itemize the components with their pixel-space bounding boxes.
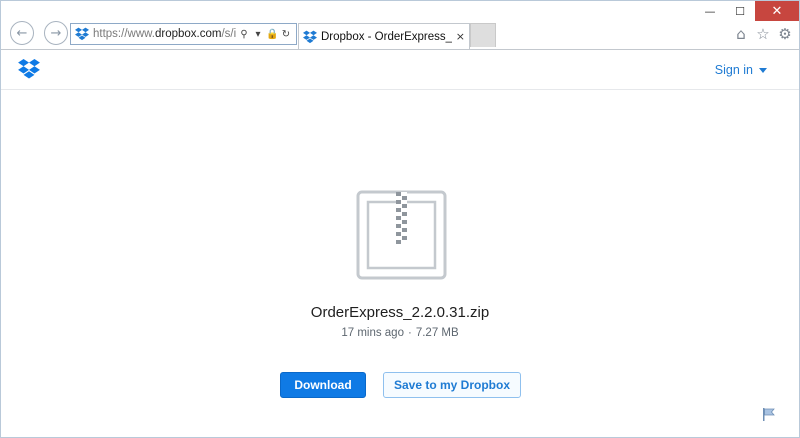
zip-file-icon [356, 190, 447, 280]
refresh-icon[interactable]: ↻ [280, 29, 292, 40]
page-content: Sign in OrderExpress_2.2.0.31.zip 17 min… [1, 49, 799, 437]
dropbox-logo-icon[interactable] [18, 59, 40, 79]
new-tab-button[interactable] [470, 23, 496, 47]
tab-title: Dropbox - OrderExpress_2.2... [321, 30, 452, 43]
chevron-down-icon [759, 67, 767, 73]
gear-icon[interactable]: ⚙ [777, 25, 793, 43]
dropbox-favicon-icon [75, 27, 89, 41]
lock-icon[interactable]: 🔒 [266, 29, 278, 40]
window-controls: — ☐ ✕ [695, 1, 799, 21]
arrow-left-icon: ← [16, 25, 28, 41]
dropbox-favicon-icon [303, 30, 317, 43]
file-meta: 17 mins ago · 7.27 MB [1, 327, 799, 339]
url-text[interactable]: https://www.dropbox.com/s/id [93, 28, 236, 40]
minimize-button[interactable]: — [695, 1, 725, 21]
close-tab-icon[interactable]: × [456, 30, 465, 43]
browser-chrome: — ☐ ✕ ← → https://www.dropbox.com/s/id ⚲… [1, 1, 799, 49]
sign-in-label: Sign in [714, 63, 753, 77]
close-window-button[interactable]: ✕ [755, 1, 799, 21]
download-button[interactable]: Download [280, 372, 366, 398]
dropdown-arrow-icon[interactable]: ▾ [252, 29, 264, 40]
home-icon[interactable]: ⌂ [733, 25, 749, 43]
file-modified-time: 17 mins ago [341, 327, 404, 339]
back-button[interactable]: ← [10, 21, 34, 45]
tab-dropbox[interactable]: Dropbox - OrderExpress_2.2... × [298, 23, 470, 49]
save-to-dropbox-button[interactable]: Save to my Dropbox [383, 372, 521, 398]
arrow-right-icon: → [50, 25, 62, 41]
file-size: 7.27 MB [415, 327, 459, 339]
address-bar[interactable]: https://www.dropbox.com/s/id ⚲ ▾ 🔒 ↻ [70, 23, 297, 45]
meta-separator: · [407, 327, 412, 339]
browser-window: — ☐ ✕ ← → https://www.dropbox.com/s/id ⚲… [0, 0, 800, 438]
forward-button[interactable]: → [44, 21, 68, 45]
browser-toolbar: ⌂ ☆ ⚙ [733, 25, 793, 43]
search-icon[interactable]: ⚲ [238, 29, 250, 40]
favorites-star-icon[interactable]: ☆ [755, 25, 771, 43]
file-name: OrderExpress_2.2.0.31.zip [310, 304, 490, 321]
sign-in-link[interactable]: Sign in [715, 63, 767, 77]
maximize-button[interactable]: ☐ [725, 1, 755, 21]
report-flag-icon[interactable] [763, 408, 775, 421]
site-header: Sign in [1, 50, 799, 90]
